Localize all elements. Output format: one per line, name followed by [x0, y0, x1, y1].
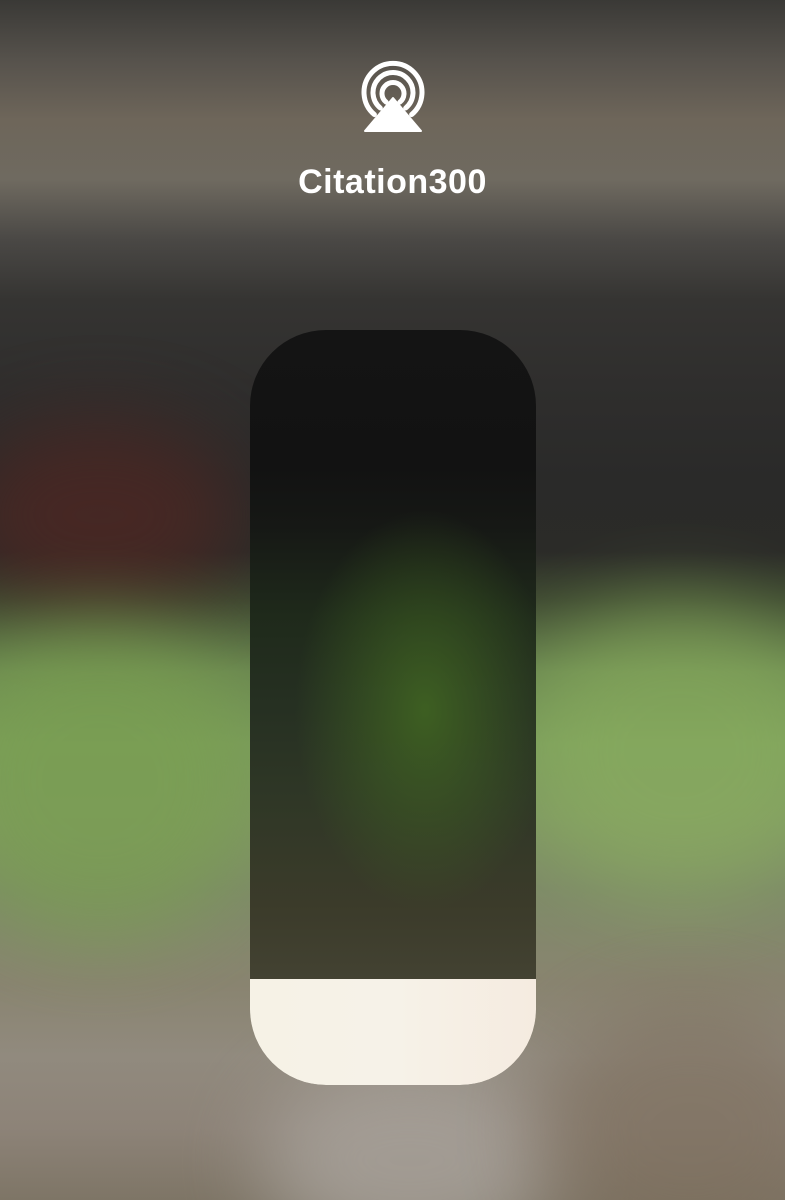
background-blur-region	[540, 1000, 785, 1200]
background-blur-region	[0, 420, 240, 610]
airplay-device-name: Citation300	[298, 163, 487, 201]
airplay-audio-icon	[351, 52, 435, 136]
volume-level-fill[interactable]	[250, 979, 536, 1085]
background-blur-region	[0, 620, 260, 940]
volume-slider[interactable]	[250, 330, 536, 1085]
background-blur-region	[520, 600, 785, 900]
